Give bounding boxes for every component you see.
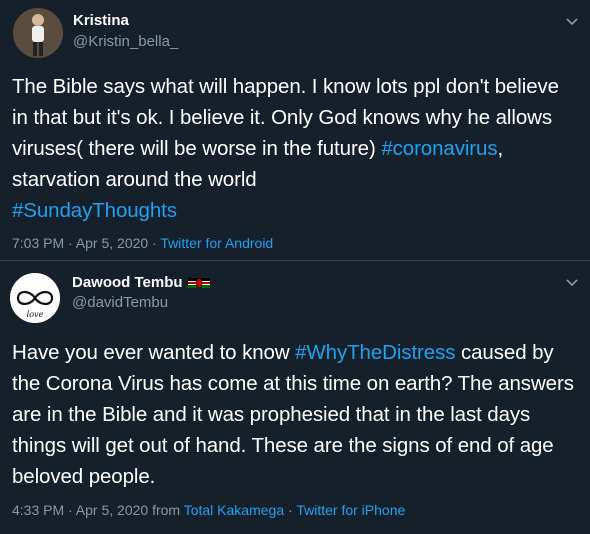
location-link[interactable]: Total Kakamega: [184, 502, 284, 518]
chevron-down-icon[interactable]: [565, 14, 579, 28]
user-handle[interactable]: @Kristin_bella_: [73, 33, 178, 50]
chevron-down-icon[interactable]: [565, 275, 579, 289]
kenya-flag-icon: [187, 278, 210, 289]
tweet-card[interactable]: Kristina @Kristin_bella_ The Bible says …: [0, 0, 590, 261]
avatar[interactable]: [13, 8, 63, 58]
tweet-text-segment: Have you ever wanted to know: [12, 341, 296, 364]
tweet-text: The Bible says what will happen. I know …: [12, 71, 576, 226]
timestamp[interactable]: 4:33 PM · Apr 5, 2020 from: [12, 502, 184, 518]
person-photo-icon: [13, 8, 63, 58]
hashtag-link[interactable]: #coronavirus: [381, 137, 497, 160]
tweet-card[interactable]: love Dawood Tembu @davidTembu Have you e…: [0, 261, 590, 533]
hashtag-link[interactable]: #WhyTheDistress: [295, 341, 455, 364]
source-link[interactable]: Twitter for Android: [160, 235, 273, 251]
meta-separator: ·: [284, 502, 297, 518]
timestamp[interactable]: 7:03 PM · Apr 5, 2020 ·: [12, 235, 160, 251]
display-name-text: Dawood Tembu: [72, 274, 183, 291]
hashtag-link[interactable]: #SundayThoughts: [12, 199, 177, 222]
tweet-meta: 7:03 PM · Apr 5, 2020 · Twitter for Andr…: [12, 235, 273, 251]
avatar[interactable]: love: [10, 273, 60, 323]
display-name[interactable]: Dawood Tembu: [72, 274, 210, 291]
tweet-meta: 4:33 PM · Apr 5, 2020 from Total Kakameg…: [12, 502, 405, 518]
user-handle[interactable]: @davidTembu: [72, 294, 168, 311]
display-name[interactable]: Kristina: [73, 12, 129, 29]
infinity-love-icon: love: [10, 273, 60, 323]
avatar-love-text: love: [27, 310, 44, 319]
tweet-text: Have you ever wanted to know #WhyTheDist…: [12, 337, 576, 492]
source-link[interactable]: Twitter for iPhone: [296, 502, 405, 518]
